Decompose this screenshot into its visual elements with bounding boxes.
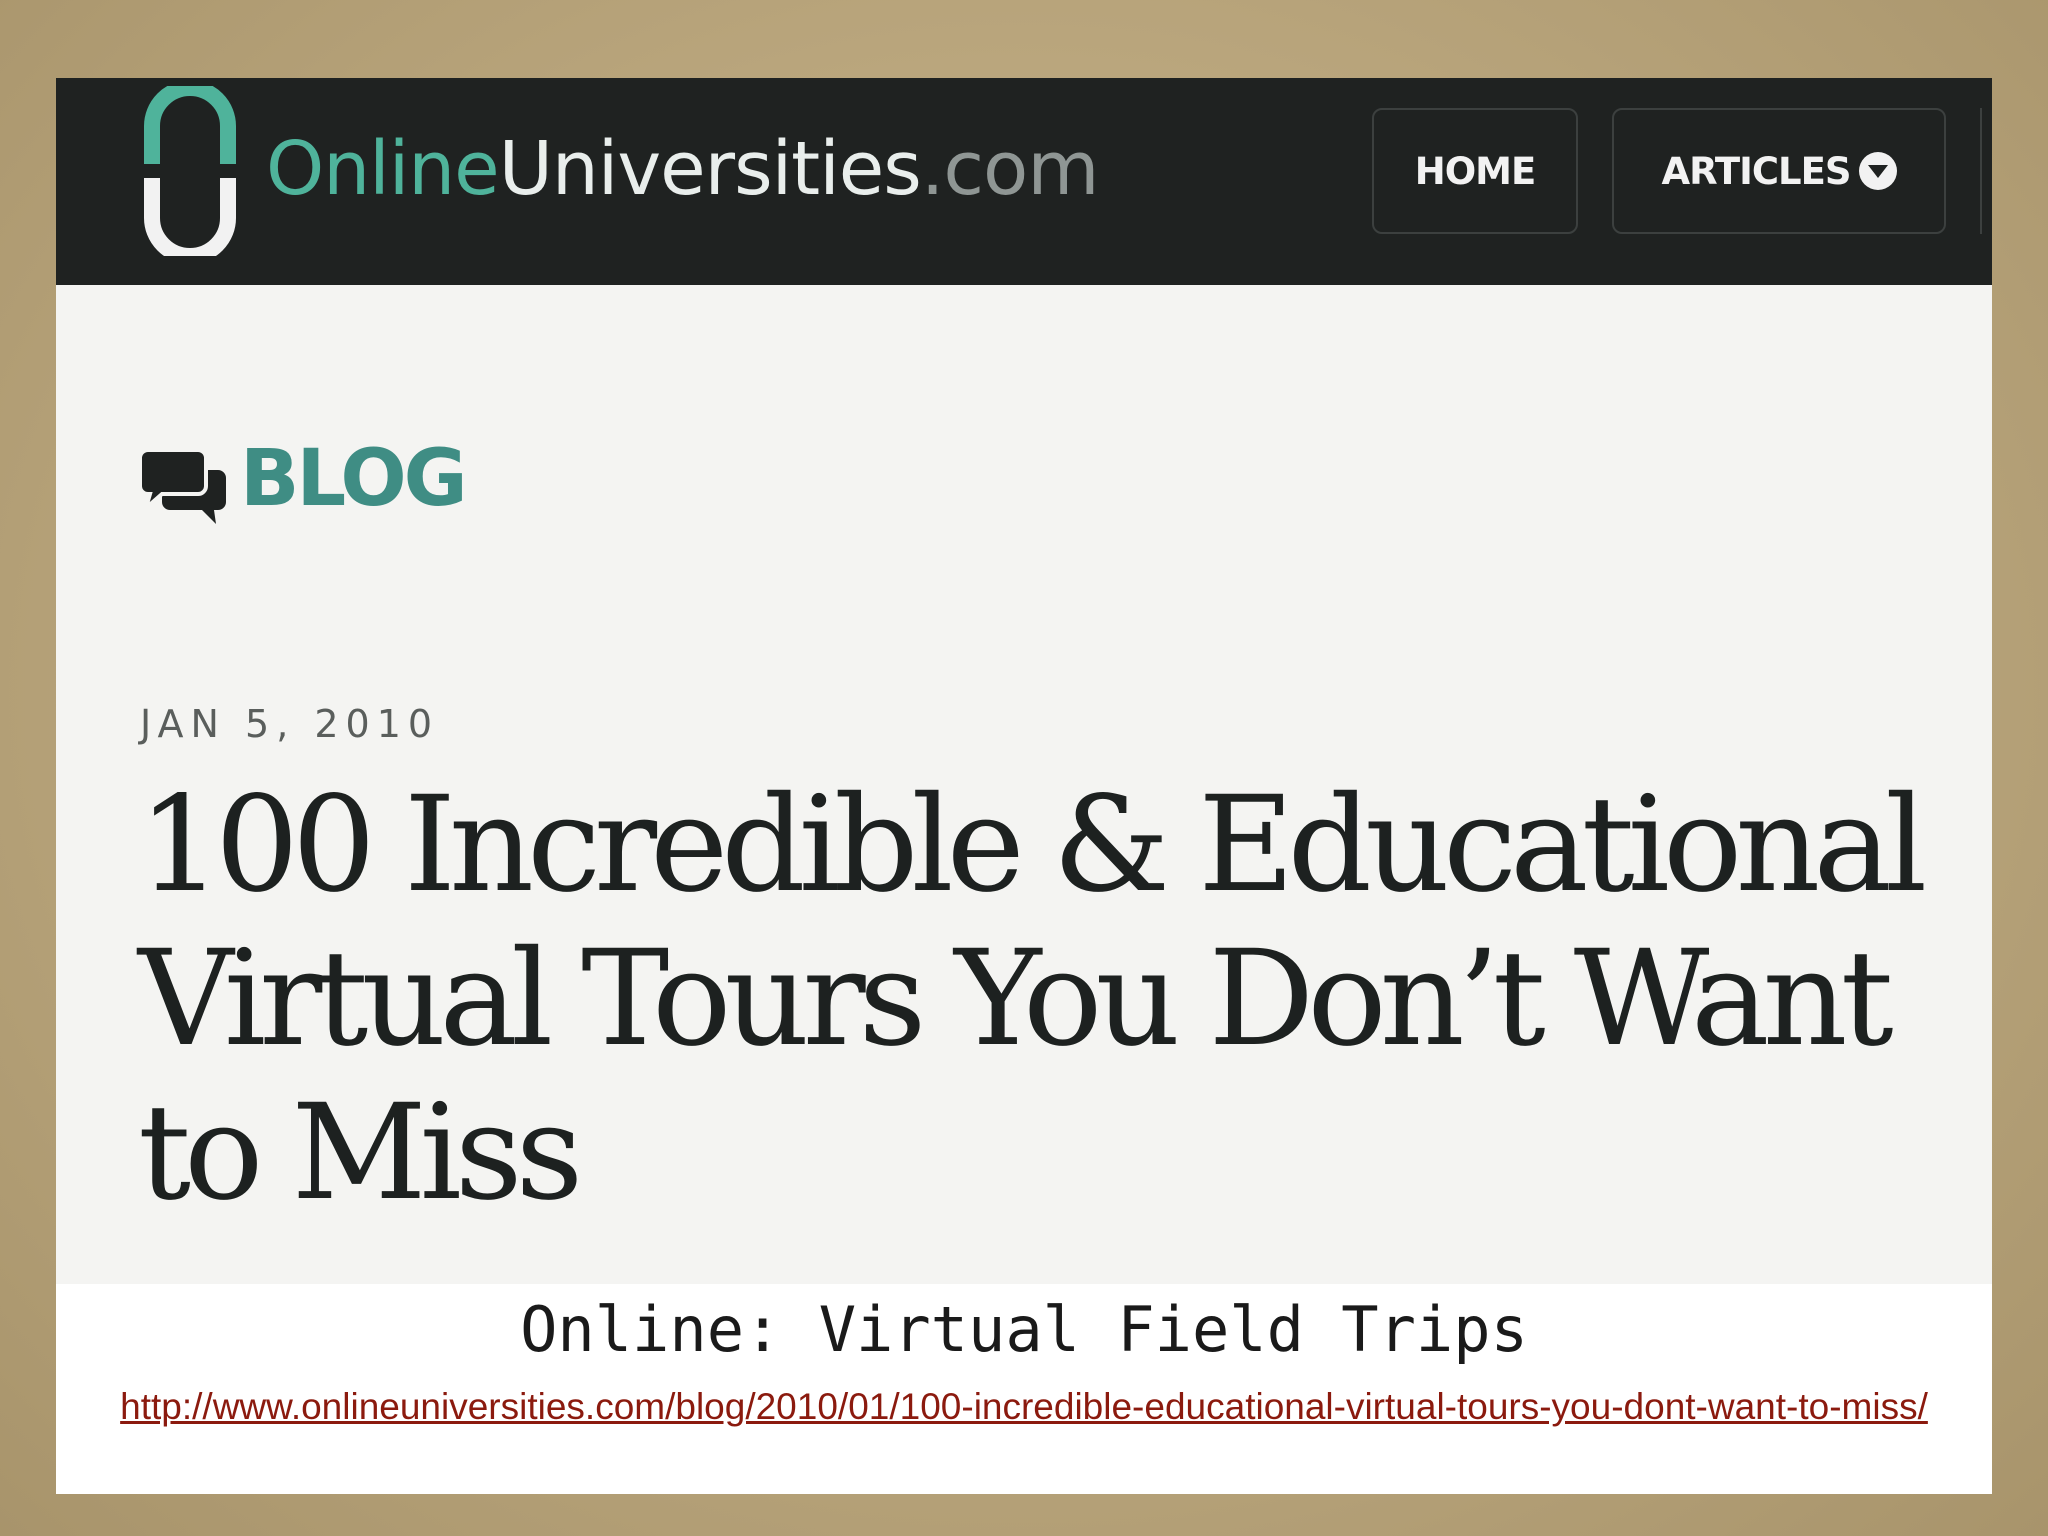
chat-bubbles-icon	[140, 450, 226, 524]
blog-section-label[interactable]: BLOG	[240, 440, 468, 518]
post-title: 100 Incredible & Educational Virtual Tou…	[138, 768, 1927, 1230]
slide-caption: Online: Virtual Field Trips	[520, 1293, 1528, 1366]
logo-part-com: .com	[920, 126, 1100, 212]
chevron-down-icon	[1858, 152, 1897, 190]
site-navbar: OnlineUniversities.com HOME ARTICLES	[56, 78, 1992, 285]
source-link[interactable]: http://www.onlineuniversities.com/blog/2…	[96, 1384, 1952, 1430]
nav-articles-label: ARTICLES	[1661, 149, 1851, 193]
logo-mark-icon	[144, 86, 236, 256]
post-date: JAN 5, 2010	[140, 702, 440, 746]
site-logo[interactable]: OnlineUniversities.com	[266, 132, 1099, 206]
logo-part-online: Online	[266, 126, 500, 212]
nav-home-label: HOME	[1414, 149, 1537, 193]
nav-next-button-edge[interactable]	[1980, 108, 1992, 234]
nav-articles-button[interactable]: ARTICLES	[1612, 108, 1946, 234]
logo-part-universities: Universities	[498, 126, 922, 212]
screenshot-frame: OnlineUniversities.com HOME ARTICLES BLO…	[56, 78, 1992, 1494]
nav-home-button[interactable]: HOME	[1372, 108, 1578, 234]
